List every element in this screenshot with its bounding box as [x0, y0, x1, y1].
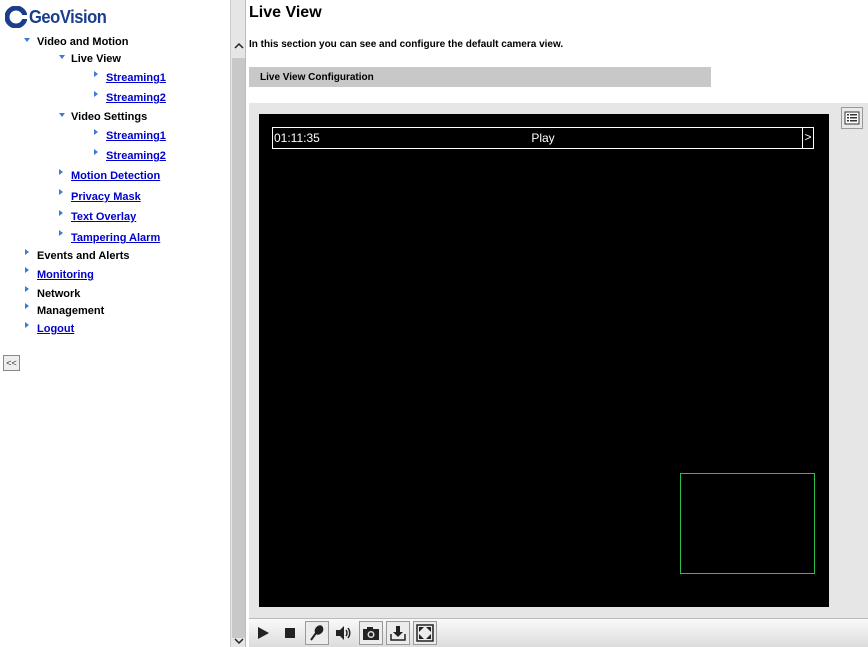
- expand-arrow-icon[interactable]: [59, 113, 65, 117]
- osd-next-button[interactable]: >: [802, 128, 813, 148]
- scroll-down-icon[interactable]: [233, 636, 245, 646]
- download-button[interactable]: [386, 621, 410, 645]
- bullet-arrow-icon: [59, 230, 63, 236]
- sidebar-item-video-and-motion[interactable]: Video and Motion: [37, 36, 128, 48]
- play-button[interactable]: [251, 621, 275, 645]
- bullet-arrow-icon: [94, 129, 98, 135]
- bullet-arrow-icon: [59, 169, 63, 175]
- sidebar-scrollbar[interactable]: [230, 0, 246, 647]
- microphone-icon: [310, 625, 324, 641]
- video-viewport[interactable]: Play 01:11:35 >: [259, 114, 829, 607]
- collapse-sidebar-button[interactable]: <<: [3, 355, 20, 371]
- list-menu-icon: [844, 111, 860, 125]
- microphone-button[interactable]: [305, 621, 329, 645]
- bullet-arrow-icon: [25, 267, 29, 273]
- sidebar-link-text-overlay[interactable]: Text Overlay: [71, 211, 136, 223]
- sidebar-link-monitoring[interactable]: Monitoring: [37, 269, 94, 281]
- bullet-arrow-icon: [94, 71, 98, 77]
- menu-list-button[interactable]: [841, 107, 863, 129]
- sidebar-item-management[interactable]: Management: [37, 305, 104, 317]
- sidebar: GeoVision Video and Motion Live View Str…: [0, 0, 230, 647]
- snapshot-button[interactable]: [359, 621, 383, 645]
- scrollbar-thumb[interactable]: [232, 58, 245, 638]
- sidebar-link-live-view-streaming1[interactable]: Streaming1: [106, 72, 166, 84]
- stop-button[interactable]: [278, 621, 302, 645]
- sidebar-link-video-settings-streaming1[interactable]: Streaming1: [106, 130, 166, 142]
- speaker-button[interactable]: [332, 621, 356, 645]
- download-icon: [390, 626, 406, 641]
- brand-name: GeoVision: [29, 6, 107, 27]
- expand-arrow-icon[interactable]: [25, 286, 29, 292]
- section-header: Live View Configuration: [249, 67, 711, 87]
- sidebar-item-events-and-alerts[interactable]: Events and Alerts: [37, 250, 130, 262]
- speaker-icon: [336, 626, 351, 640]
- camera-icon: [363, 627, 379, 640]
- expand-arrow-icon[interactable]: [24, 38, 30, 42]
- motion-region-box[interactable]: [680, 473, 815, 574]
- main-content: Live View In this section you can see an…: [246, 0, 868, 647]
- expand-arrow-icon[interactable]: [25, 303, 29, 309]
- bullet-arrow-icon: [59, 189, 63, 195]
- bullet-arrow-icon: [59, 210, 63, 216]
- playback-toolbar: [249, 618, 868, 647]
- bullet-arrow-icon: [25, 322, 29, 328]
- play-icon: [258, 627, 269, 639]
- sidebar-link-privacy-mask[interactable]: Privacy Mask: [71, 191, 141, 203]
- sidebar-link-live-view-streaming2[interactable]: Streaming2: [106, 92, 166, 104]
- page-title: Live View: [249, 4, 322, 21]
- sidebar-link-motion-detection[interactable]: Motion Detection: [71, 170, 160, 182]
- expand-arrow-icon[interactable]: [59, 55, 65, 59]
- fullscreen-button[interactable]: [413, 621, 437, 645]
- bullet-arrow-icon: [94, 91, 98, 97]
- osd-bar: Play 01:11:35 >: [272, 127, 814, 149]
- bullet-arrow-icon: [94, 149, 98, 155]
- section-title: Live View Configuration: [260, 72, 374, 83]
- sidebar-item-live-view[interactable]: Live View: [71, 53, 121, 65]
- sidebar-item-video-settings[interactable]: Video Settings: [71, 111, 147, 123]
- playback-status: Play: [531, 131, 555, 145]
- expand-arrow-icon[interactable]: [25, 249, 29, 255]
- sidebar-link-logout[interactable]: Logout: [37, 323, 74, 335]
- sidebar-link-video-settings-streaming2[interactable]: Streaming2: [106, 150, 166, 162]
- sidebar-item-network[interactable]: Network: [37, 288, 80, 300]
- stop-icon: [285, 628, 295, 638]
- video-timestamp: 01:11:35: [274, 131, 320, 145]
- sidebar-link-tampering-alarm[interactable]: Tampering Alarm: [71, 232, 160, 244]
- geovision-logo: GeoVision: [5, 4, 113, 30]
- fullscreen-icon: [416, 624, 434, 642]
- logo-mark-icon: [5, 6, 27, 28]
- scroll-up-icon[interactable]: [233, 40, 245, 52]
- page-description: In this section you can see and configur…: [249, 39, 564, 50]
